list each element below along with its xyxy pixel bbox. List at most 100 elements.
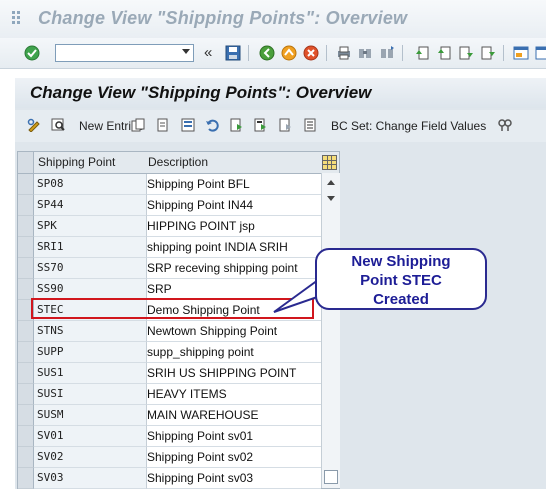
shipping-point-cell[interactable]: SV01 <box>34 426 147 447</box>
shipping-point-cell[interactable]: SPK <box>34 216 147 237</box>
shipping-point-cell[interactable]: SUPP <box>34 342 147 363</box>
shipping-point-cell[interactable]: SS70 <box>34 258 147 279</box>
undo-icon[interactable] <box>205 118 219 132</box>
shipping-point-cell[interactable]: SS90 <box>34 279 147 300</box>
table-header: Shipping Point Description <box>18 152 339 174</box>
description-cell[interactable]: Newtown Shipping Point <box>147 321 321 342</box>
find-icon[interactable] <box>357 45 373 61</box>
shipping-points-table: Shipping Point Description SP08 Shipping … <box>17 151 340 489</box>
table-row[interactable]: SV01 Shipping Point sv01 <box>18 426 321 447</box>
scroll-up-icon[interactable] <box>327 180 335 185</box>
save-icon[interactable] <box>225 45 241 61</box>
table-row[interactable]: SS70 SRP receving shipping point <box>18 258 321 279</box>
scroll-thumb[interactable] <box>324 470 338 484</box>
row-selector[interactable] <box>18 426 34 447</box>
table-row[interactable]: SPK HIPPING POINT jsp <box>18 216 321 237</box>
window-title: Change View "Shipping Points": Overview <box>38 8 408 28</box>
double-chevron-left-icon[interactable]: « <box>204 44 212 61</box>
description-cell[interactable]: HIPPING POINT jsp <box>147 216 321 237</box>
row-selector[interactable] <box>18 321 34 342</box>
callout-line-2: Point STEC <box>360 272 442 289</box>
shipping-point-cell[interactable]: SUSI <box>34 384 147 405</box>
table-settings-icon[interactable] <box>322 155 337 170</box>
page-title: Change View "Shipping Points": Overview <box>30 83 372 102</box>
shipping-point-cell[interactable]: SV03 <box>34 468 147 489</box>
table-row[interactable]: SV03 Shipping Point sv03 <box>18 468 321 489</box>
callout-line-3: Created <box>373 291 429 308</box>
shipping-point-cell[interactable]: STNS <box>34 321 147 342</box>
row-selector[interactable] <box>18 405 34 426</box>
shipping-point-cell[interactable]: SP08 <box>34 174 147 195</box>
print-view-icon[interactable] <box>279 118 293 132</box>
first-page-icon[interactable] <box>414 45 430 61</box>
enter-icon[interactable] <box>24 45 40 61</box>
row-selector[interactable] <box>18 279 34 300</box>
shipping-point-cell[interactable]: SRI1 <box>34 237 147 258</box>
select-all-column-header[interactable] <box>18 152 34 173</box>
previous-page-icon[interactable] <box>436 45 452 61</box>
exit-icon[interactable] <box>281 45 297 61</box>
description-cell[interactable]: Shipping Point IN44 <box>147 195 321 216</box>
callout-bubble: New Shipping Point STEC Created <box>315 248 487 310</box>
print-icon[interactable] <box>336 45 352 61</box>
row-selector[interactable] <box>18 216 34 237</box>
row-selector[interactable] <box>18 363 34 384</box>
shipping-point-cell[interactable]: SP44 <box>34 195 147 216</box>
row-selector[interactable] <box>18 258 34 279</box>
vertical-scrollbar[interactable] <box>321 173 340 488</box>
next-page-icon[interactable] <box>458 45 474 61</box>
row-selector[interactable] <box>18 174 34 195</box>
table-row[interactable]: SUPP supp_shipping point <box>18 342 321 363</box>
description-cell[interactable]: MAIN WAREHOUSE <box>147 405 321 426</box>
row-selector[interactable] <box>18 195 34 216</box>
title-grip-icon <box>12 11 22 25</box>
table-row[interactable]: SRI1 shipping point INDIA SRIH <box>18 237 321 258</box>
table-row[interactable]: SV02 Shipping Point sv02 <box>18 447 321 468</box>
description-cell[interactable]: Shipping Point sv02 <box>147 447 321 468</box>
description-cell[interactable]: Shipping Point BFL <box>147 174 321 195</box>
table-row[interactable]: SUS1 SRIH US SHIPPING POINT <box>18 363 321 384</box>
shipping-point-cell[interactable]: SV02 <box>34 447 147 468</box>
select-all-icon[interactable] <box>181 118 195 132</box>
delete-icon[interactable] <box>156 118 170 132</box>
deselect-all-icon[interactable] <box>254 118 268 132</box>
key-icon[interactable] <box>498 118 512 132</box>
row-selector[interactable] <box>18 447 34 468</box>
back-icon[interactable] <box>259 45 275 61</box>
table-row[interactable]: SUSI HEAVY ITEMS <box>18 384 321 405</box>
display-change-icon[interactable] <box>27 118 41 132</box>
row-selector[interactable] <box>18 384 34 405</box>
command-field[interactable] <box>55 44 194 62</box>
column-header-shipping-point[interactable]: Shipping Point <box>38 155 115 169</box>
bc-set-button[interactable]: BC Set: Change Field Values <box>331 119 486 133</box>
cancel-icon[interactable] <box>303 45 319 61</box>
shortcut-icon[interactable] <box>535 45 546 61</box>
table-row[interactable]: SP44 Shipping Point IN44 <box>18 195 321 216</box>
table-row[interactable]: STNS Newtown Shipping Point <box>18 321 321 342</box>
column-header-description[interactable]: Description <box>148 155 208 169</box>
description-cell[interactable]: SRP receving shipping point <box>147 258 321 279</box>
select-block-icon[interactable] <box>230 118 244 132</box>
row-selector[interactable] <box>18 237 34 258</box>
chevron-down-icon[interactable] <box>182 49 190 54</box>
description-cell[interactable]: SRIH US SHIPPING POINT <box>147 363 321 384</box>
table-row[interactable]: SUSM MAIN WAREHOUSE <box>18 405 321 426</box>
shipping-point-cell[interactable]: SUSM <box>34 405 147 426</box>
other-view-icon[interactable] <box>51 118 65 132</box>
last-page-icon[interactable] <box>480 45 496 61</box>
shipping-point-cell[interactable]: SUS1 <box>34 363 147 384</box>
copy-as-icon[interactable] <box>131 118 145 132</box>
find-next-icon[interactable] <box>379 45 395 61</box>
description-cell[interactable]: Shipping Point sv03 <box>147 468 321 489</box>
description-cell[interactable]: supp_shipping point <box>147 342 321 363</box>
description-cell[interactable]: Shipping Point sv01 <box>147 426 321 447</box>
description-cell[interactable]: shipping point INDIA SRIH <box>147 237 321 258</box>
scroll-down-icon[interactable] <box>327 196 335 201</box>
description-cell[interactable]: HEAVY ITEMS <box>147 384 321 405</box>
text-document-icon[interactable] <box>303 118 317 132</box>
table-row[interactable]: SP08 Shipping Point BFL <box>18 174 321 195</box>
toolbar-separator <box>248 45 249 61</box>
new-session-icon[interactable] <box>513 45 529 61</box>
row-selector[interactable] <box>18 468 34 489</box>
row-selector[interactable] <box>18 342 34 363</box>
